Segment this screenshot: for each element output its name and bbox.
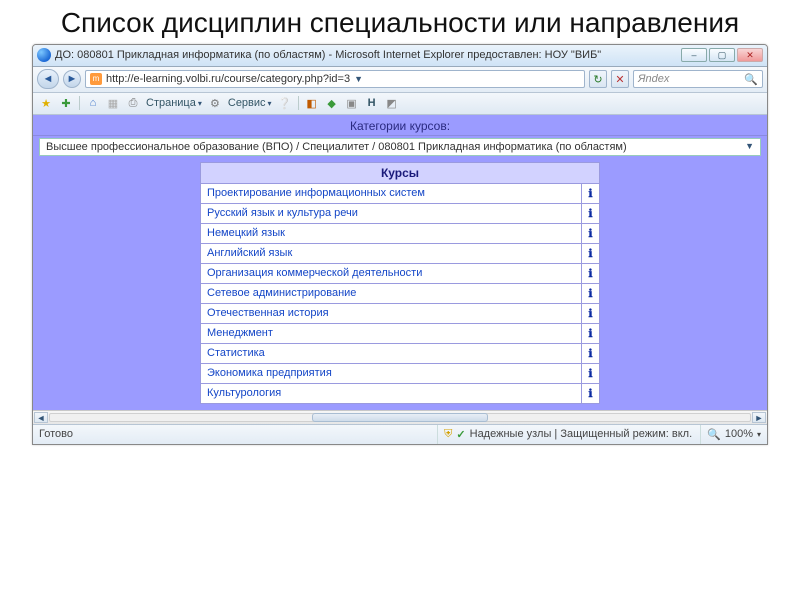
zoom-icon: 🔍 — [707, 428, 721, 441]
courses-header: Курсы — [201, 162, 600, 183]
table-row: Статистика ℹ — [201, 343, 600, 363]
ext-icon-1[interactable]: ◧ — [305, 96, 319, 110]
favorites-icon[interactable]: ★ — [39, 96, 53, 110]
course-link[interactable]: Русский язык и культура речи — [207, 207, 358, 219]
page-menu-label: Страница — [146, 97, 196, 109]
print-icon[interactable]: ⎙ — [126, 96, 140, 110]
course-link[interactable]: Менеджмент — [207, 327, 273, 339]
site-icon: m — [90, 73, 102, 85]
ext-icon-2[interactable]: ◆ — [325, 96, 339, 110]
course-link[interactable]: Отечественная история — [207, 307, 329, 319]
status-security: ⛨ ✓ Надежные узлы | Защищенный режим: вк… — [437, 425, 692, 444]
info-icon[interactable]: ℹ — [582, 263, 600, 283]
chevron-down-icon: ▾ — [757, 430, 761, 439]
course-link[interactable]: Экономика предприятия — [207, 367, 332, 379]
info-icon[interactable]: ℹ — [582, 183, 600, 203]
ext-icon-5[interactable]: ◩ — [385, 96, 399, 110]
info-icon[interactable]: ℹ — [582, 383, 600, 403]
ext-icon-3[interactable]: ▣ — [345, 96, 359, 110]
page-content: Категории курсов: Высшее профессионально… — [33, 115, 767, 410]
courses-table: Курсы Проектирование информационных сист… — [200, 162, 600, 404]
zoom-value: 100% — [725, 428, 753, 440]
breadcrumb-dropdown-icon[interactable]: ▼ — [745, 141, 754, 153]
info-icon[interactable]: ℹ — [582, 303, 600, 323]
toolbar: ★ ✚ ⌂ ▦ ⎙ Страница▾ ⚙ Сервис▾ ❔ ◧ ◆ ▣ H … — [33, 93, 767, 115]
search-icon[interactable]: 🔍 — [744, 73, 758, 86]
breadcrumb-select[interactable]: Высшее профессиональное образование (ВПО… — [39, 138, 761, 156]
refresh-button[interactable]: ↻ — [589, 70, 607, 88]
scroll-left-icon[interactable]: ◄ — [34, 412, 48, 423]
course-link[interactable]: Проектирование информационных систем — [207, 187, 425, 199]
info-icon[interactable]: ℹ — [582, 283, 600, 303]
minimize-button[interactable]: – — [681, 48, 707, 62]
status-bar: Готово ⛨ ✓ Надежные узлы | Защищенный ре… — [33, 424, 767, 444]
nav-row: ◄ ► m http://e-learning.volbi.ru/course/… — [33, 67, 767, 93]
tools-gear-icon[interactable]: ⚙ — [208, 96, 222, 110]
address-dropdown-icon[interactable]: ▼ — [354, 74, 363, 84]
service-menu-label: Сервис — [228, 97, 266, 109]
course-link[interactable]: Сетевое администрирование — [207, 287, 356, 299]
separator-icon — [298, 96, 299, 110]
check-icon: ✓ — [456, 428, 465, 441]
stop-button[interactable]: ✕ — [611, 70, 629, 88]
info-icon[interactable]: ℹ — [582, 323, 600, 343]
table-row: Английский язык ℹ — [201, 243, 600, 263]
table-row: Менеджмент ℹ — [201, 323, 600, 343]
course-link[interactable]: Английский язык — [207, 247, 292, 259]
help-icon[interactable]: ❔ — [278, 96, 292, 110]
info-icon[interactable]: ℹ — [582, 223, 600, 243]
table-row: Сетевое администрирование ℹ — [201, 283, 600, 303]
back-button[interactable]: ◄ — [37, 69, 59, 89]
course-link[interactable]: Статистика — [207, 347, 265, 359]
status-ready: Готово — [39, 428, 73, 440]
forward-button[interactable]: ► — [63, 70, 81, 88]
horizontal-scrollbar[interactable]: ◄ ► — [33, 410, 767, 424]
table-row: Проектирование информационных систем ℹ — [201, 183, 600, 203]
titlebar: ДО: 080801 Прикладная информатика (по об… — [33, 45, 767, 67]
shield-icon: ⛨ — [444, 428, 452, 441]
zoom-control[interactable]: 🔍 100% ▾ — [700, 425, 761, 444]
category-heading: Категории курсов: — [33, 115, 767, 136]
separator-icon — [79, 96, 80, 110]
maximize-button[interactable]: ▢ — [709, 48, 735, 62]
favicon-icon — [37, 48, 51, 62]
url-text: http://e-learning.volbi.ru/course/catego… — [106, 73, 350, 85]
ext-icon-4[interactable]: H — [365, 96, 379, 110]
service-menu[interactable]: Сервис▾ — [228, 97, 272, 109]
info-icon[interactable]: ℹ — [582, 343, 600, 363]
table-row: Немецкий язык ℹ — [201, 223, 600, 243]
table-row: Организация коммерческой деятельности ℹ — [201, 263, 600, 283]
browser-window: ДО: 080801 Прикладная информатика (по об… — [32, 44, 768, 445]
table-row: Русский язык и культура речи ℹ — [201, 203, 600, 223]
chevron-down-icon: ▾ — [198, 99, 202, 108]
window-title: ДО: 080801 Прикладная информатика (по об… — [55, 49, 681, 61]
table-row: Отечественная история ℹ — [201, 303, 600, 323]
status-trusted-text: Надежные узлы | Защищенный режим: вкл. — [470, 428, 693, 440]
info-icon[interactable]: ℹ — [582, 243, 600, 263]
breadcrumb-text: Высшее профессиональное образование (ВПО… — [46, 141, 627, 153]
info-icon[interactable]: ℹ — [582, 363, 600, 383]
slide-title: Список дисциплин специальности или напра… — [0, 0, 800, 44]
scroll-right-icon[interactable]: ► — [752, 412, 766, 423]
course-link[interactable]: Культурология — [207, 387, 281, 399]
close-button[interactable]: ✕ — [737, 48, 763, 62]
search-placeholder: Яndex — [638, 73, 669, 85]
page-menu[interactable]: Страница▾ — [146, 97, 202, 109]
home-icon[interactable]: ⌂ — [86, 96, 100, 110]
address-bar[interactable]: m http://e-learning.volbi.ru/course/cate… — [85, 70, 585, 88]
scroll-thumb[interactable] — [312, 413, 488, 422]
feeds-icon[interactable]: ▦ — [106, 96, 120, 110]
course-link[interactable]: Немецкий язык — [207, 227, 285, 239]
add-favorite-icon[interactable]: ✚ — [59, 96, 73, 110]
chevron-down-icon: ▾ — [268, 99, 272, 108]
search-box[interactable]: Яndex 🔍 — [633, 70, 763, 88]
window-buttons: – ▢ ✕ — [681, 48, 763, 62]
table-row: Экономика предприятия ℹ — [201, 363, 600, 383]
table-row: Культурология ℹ — [201, 383, 600, 403]
course-link[interactable]: Организация коммерческой деятельности — [207, 267, 422, 279]
info-icon[interactable]: ℹ — [582, 203, 600, 223]
